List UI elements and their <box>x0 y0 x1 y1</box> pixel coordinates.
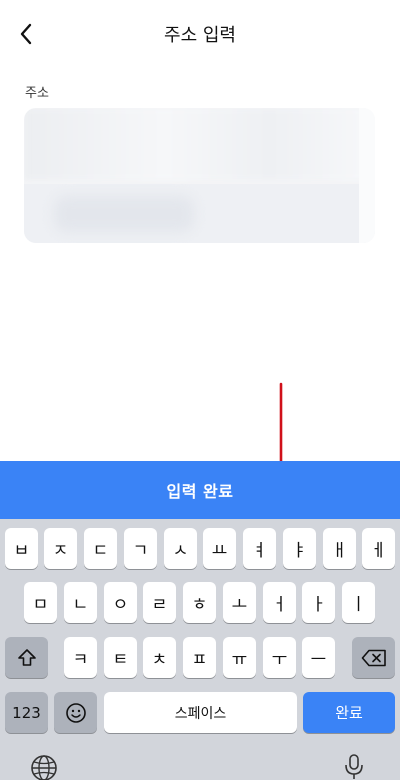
globe-button[interactable] <box>28 755 60 780</box>
microphone-button[interactable] <box>340 754 368 779</box>
key-row2-5[interactable]: ㅎ <box>183 582 216 623</box>
emoji-key[interactable] <box>54 692 97 733</box>
key-row2-7[interactable]: ㅓ <box>263 582 296 623</box>
key-row3-3[interactable]: ㅊ <box>143 637 176 678</box>
address-label: 주소 <box>25 86 49 101</box>
emoji-icon <box>65 702 86 723</box>
key-row1-6[interactable]: ㅛ <box>203 528 236 569</box>
key-row3-1[interactable]: ㅋ <box>64 637 97 678</box>
complete-input-button[interactable]: 입력 완료 <box>0 461 400 519</box>
key-row2-2[interactable]: ㄴ <box>64 582 97 623</box>
backspace-icon <box>361 649 386 666</box>
globe-icon <box>31 755 57 780</box>
shift-icon <box>17 648 36 666</box>
key-row1-10[interactable]: ㅔ <box>362 528 395 569</box>
key-row2-1[interactable]: ㅁ <box>24 582 57 623</box>
key-row1-3[interactable]: ㄷ <box>84 528 117 569</box>
return-key[interactable]: 완료 <box>303 692 395 733</box>
key-row3-7[interactable]: ㅡ <box>302 637 335 678</box>
key-row3-5[interactable]: ㅠ <box>223 637 256 678</box>
microphone-icon <box>345 754 363 779</box>
page-title: 주소 입력 <box>164 25 236 46</box>
address-line2-blur-patch <box>54 196 194 232</box>
key-row1-1[interactable]: ㅂ <box>5 528 38 569</box>
numbers-key[interactable]: 123 <box>5 692 48 733</box>
address-field[interactable] <box>24 108 375 243</box>
header: 주소 입력 <box>0 0 400 66</box>
key-row3-2[interactable]: ㅌ <box>104 637 137 678</box>
space-key[interactable]: 스페이스 <box>104 692 297 733</box>
key-row1-5[interactable]: ㅅ <box>164 528 197 569</box>
key-row2-9[interactable]: ㅣ <box>342 582 375 623</box>
key-row3-4[interactable]: ㅍ <box>183 637 216 678</box>
key-row1-2[interactable]: ㅈ <box>44 528 77 569</box>
address-blur-edge <box>359 108 375 243</box>
key-row1-7[interactable]: ㅕ <box>243 528 276 569</box>
key-row2-4[interactable]: ㄹ <box>143 582 176 623</box>
shift-key[interactable] <box>5 637 48 678</box>
address-line1-blurred[interactable] <box>24 108 375 180</box>
key-row1-4[interactable]: ㄱ <box>124 528 157 569</box>
key-row1-9[interactable]: ㅐ <box>323 528 356 569</box>
key-row2-8[interactable]: ㅏ <box>302 582 335 623</box>
key-row3-6[interactable]: ㅜ <box>263 637 296 678</box>
key-row2-6[interactable]: ㅗ <box>223 582 256 623</box>
key-row2-3[interactable]: ㅇ <box>104 582 137 623</box>
keyboard: ㅂ ㅈ ㄷ ㄱ ㅅ ㅛ ㅕ ㅑ ㅐ ㅔ ㅁ ㄴ ㅇ ㄹ ㅎ ㅗ ㅓ ㅏ ㅣ ㅋ … <box>0 519 400 780</box>
key-row1-8[interactable]: ㅑ <box>283 528 316 569</box>
delete-key[interactable] <box>352 637 395 678</box>
